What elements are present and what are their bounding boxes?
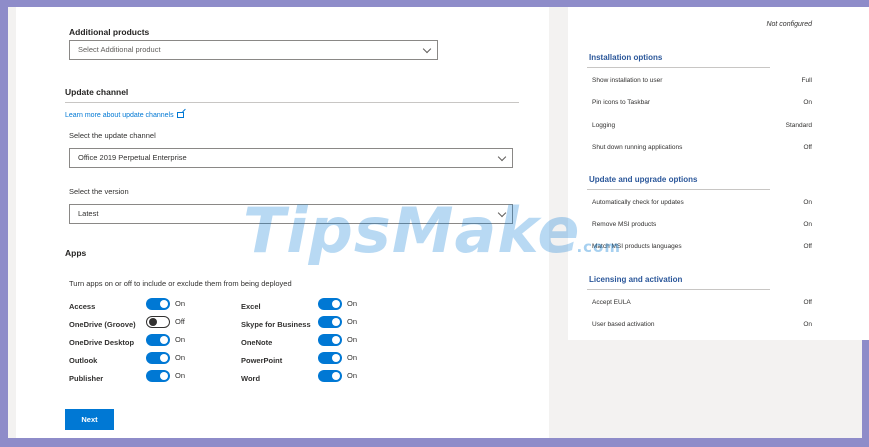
chevron-down-icon (497, 152, 507, 162)
toggle-knob (332, 354, 340, 362)
update-channel-heading: Update channel (65, 87, 129, 97)
additional-products-label: Additional products (69, 27, 150, 37)
toggle-powerpoint[interactable] (318, 352, 342, 364)
toggle-state-access: On (175, 299, 186, 308)
toggle-onedrive-desktop[interactable] (146, 334, 170, 346)
summary-row-label: Accept EULA (592, 299, 631, 306)
apps-heading: Apps (65, 248, 87, 258)
app-name-onenote: OneNote (241, 338, 273, 347)
section-divider (587, 289, 770, 290)
learn-more-link-text[interactable]: Learn more about update channels (65, 112, 174, 119)
app-name-onedrive-groove: OneDrive (Groove) (69, 320, 136, 329)
version-value: Latest (78, 209, 99, 218)
toggle-knob (332, 300, 340, 308)
summary-row-value: On (803, 321, 812, 328)
section-divider (587, 67, 770, 68)
summary-row-label: Remove MSI products (592, 221, 657, 228)
toggle-state-powerpoint: On (347, 353, 358, 362)
summary-row-label: Logging (592, 122, 616, 129)
toggle-state-onedrive-groove: Off (175, 317, 185, 326)
toggle-state-onedrive-desktop: On (175, 335, 186, 344)
toggle-knob (332, 372, 340, 380)
app-name-powerpoint: PowerPoint (241, 356, 283, 365)
toggle-excel[interactable] (318, 298, 342, 310)
select-version-label: Select the version (69, 187, 129, 196)
toggle-knob (160, 354, 168, 362)
toggle-state-excel: On (347, 299, 358, 308)
chevron-down-icon (422, 44, 432, 54)
external-link-icon (176, 112, 184, 118)
summary-row-label: Shut down running applications (592, 144, 683, 151)
toggle-word[interactable] (318, 370, 342, 382)
installation-options-heading: Installation options (589, 53, 663, 62)
next-button[interactable]: Next (65, 409, 114, 430)
app-name-access: Access (69, 302, 96, 311)
summary-row-value: Off (803, 299, 812, 306)
licensing-activation-heading: Licensing and activation (589, 275, 683, 284)
top-summary-value: Not configured (766, 21, 812, 28)
learn-more-update-channels-link[interactable]: Learn more about update channels (65, 112, 184, 119)
app-name-publisher: Publisher (69, 374, 104, 383)
toggle-state-outlook: On (175, 353, 186, 362)
toggle-knob (332, 336, 340, 344)
summary-row-label: Pin icons to Taskbar (592, 99, 651, 106)
toggle-state-skype-for-business: On (347, 317, 358, 326)
app-frame: Additional products Select Additional pr… (8, 7, 869, 438)
summary-row-value: Off (803, 144, 812, 151)
summary-row-label: Match MSI products languages (592, 243, 682, 250)
summary-row-value: Off (803, 243, 812, 250)
toggle-state-publisher: On (175, 371, 186, 380)
toggle-access[interactable] (146, 298, 170, 310)
version-dropdown[interactable]: Latest (69, 204, 513, 224)
toggle-skype-for-business[interactable] (318, 316, 342, 328)
summary-row-value: Standard (785, 122, 812, 129)
toggle-publisher[interactable] (146, 370, 170, 382)
summary-row-value: On (803, 221, 812, 228)
app-name-onedrive-desktop: OneDrive Desktop (69, 338, 135, 347)
additional-products-placeholder: Select Additional product (78, 45, 161, 54)
select-channel-label: Select the update channel (69, 131, 156, 140)
update-channel-value: Office 2019 Perpetual Enterprise (78, 153, 187, 162)
summary-row-value: On (803, 99, 812, 106)
summary-row-value: On (803, 199, 812, 206)
additional-products-dropdown[interactable]: Select Additional product (69, 40, 438, 60)
section-divider (587, 189, 770, 190)
summary-row-label: Show installation to user (592, 77, 663, 84)
update-channel-dropdown[interactable]: Office 2019 Perpetual Enterprise (69, 148, 513, 168)
summary-row-label: User based activation (592, 321, 655, 328)
toggle-onedrive-groove[interactable] (146, 316, 170, 328)
toggle-knob (160, 372, 168, 380)
chevron-down-icon (497, 208, 507, 218)
toggle-knob (332, 318, 340, 326)
app-name-outlook: Outlook (69, 356, 98, 365)
toggle-state-onenote: On (347, 335, 358, 344)
app-name-excel: Excel (241, 302, 261, 311)
summary-row-value: Full (801, 77, 812, 84)
toggle-knob (149, 318, 157, 326)
toggle-knob (160, 336, 168, 344)
app-name-word: Word (241, 374, 261, 383)
apps-description: Turn apps on or off to include or exclud… (69, 279, 292, 288)
toggle-outlook[interactable] (146, 352, 170, 364)
toggle-knob (160, 300, 168, 308)
toggle-onenote[interactable] (318, 334, 342, 346)
app-name-skype-for-business: Skype for Business (241, 320, 311, 329)
toggle-state-word: On (347, 371, 358, 380)
update-upgrade-options-heading: Update and upgrade options (589, 175, 698, 184)
summary-row-label: Automatically check for updates (592, 199, 684, 206)
summary-panel: Not configured Installation options Show… (568, 7, 869, 340)
configuration-panel: Additional products Select Additional pr… (16, 7, 549, 438)
section-divider (65, 102, 519, 103)
